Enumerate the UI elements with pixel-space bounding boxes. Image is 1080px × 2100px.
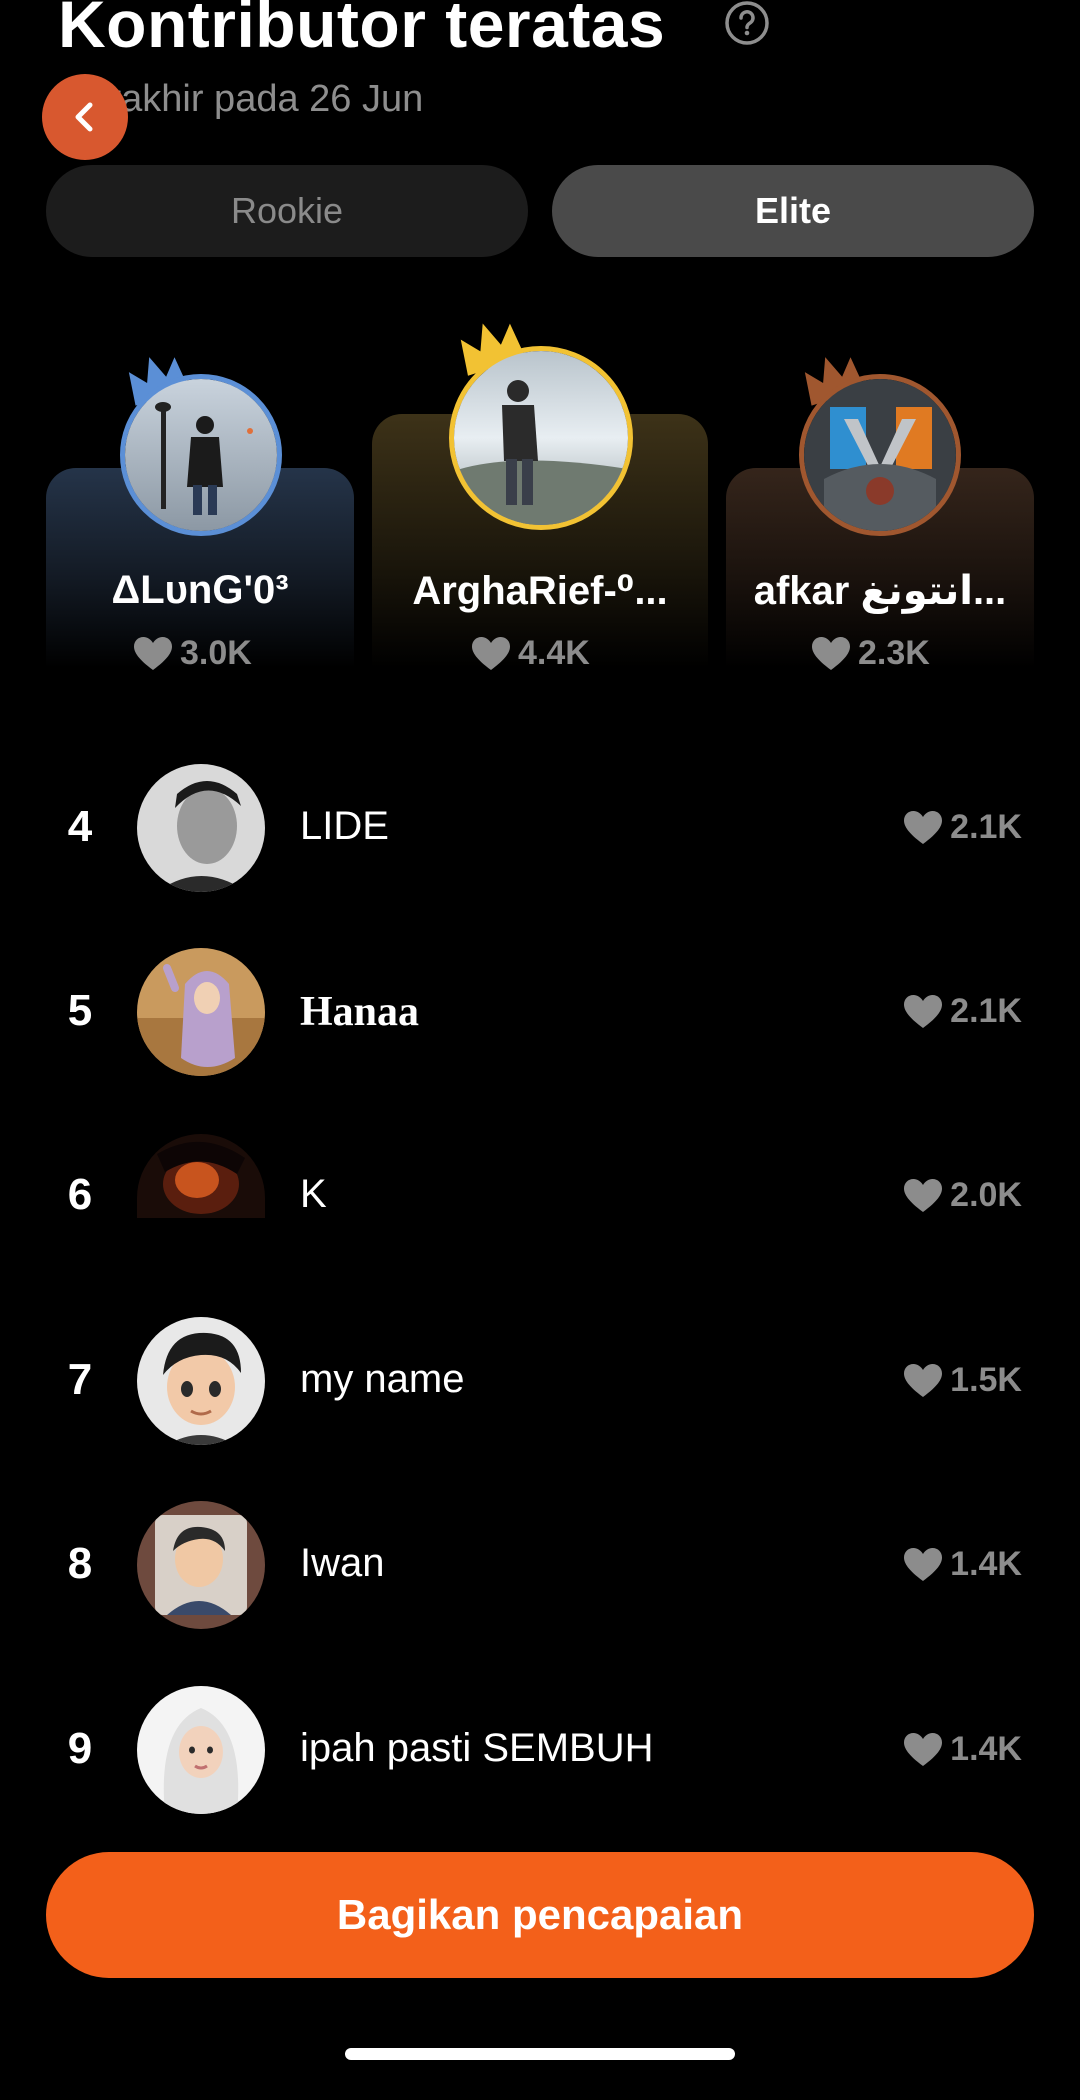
podium-likes-first: 4.4K bbox=[472, 634, 590, 673]
podium-name-third: afkar انتونغ... bbox=[753, 569, 1007, 613]
rank-number: 8 bbox=[67, 1539, 93, 1588]
list-item[interactable]: 4 LIDE 2.1K bbox=[0, 764, 1080, 894]
back-button[interactable] bbox=[42, 74, 128, 160]
contributor-name: Iwan bbox=[300, 1541, 385, 1585]
contributor-name: K bbox=[300, 1172, 327, 1216]
contributor-name: ipah pasti SEMBUH bbox=[300, 1726, 654, 1770]
avatar[interactable] bbox=[137, 1501, 265, 1629]
avatar[interactable] bbox=[137, 1317, 265, 1445]
list-item[interactable]: 5 Hanaa 2.1K bbox=[0, 948, 1080, 1078]
like-count: 2.0K bbox=[904, 1176, 1022, 1215]
avatar[interactable] bbox=[137, 1134, 265, 1218]
contributor-name: Hanaa bbox=[300, 989, 420, 1035]
rank-number: 9 bbox=[67, 1724, 93, 1773]
rank-number: 7 bbox=[67, 1355, 93, 1404]
like-count: 2.1K bbox=[904, 992, 1022, 1031]
tab-elite[interactable]: Elite bbox=[552, 165, 1034, 257]
heart-icon bbox=[904, 1363, 943, 1397]
heart-icon bbox=[904, 810, 943, 844]
like-count: 1.5K bbox=[904, 1361, 1022, 1400]
heart-icon bbox=[904, 1732, 943, 1766]
podium-likes-third: 2.3K bbox=[812, 634, 930, 673]
contributor-name: my name bbox=[300, 1357, 465, 1401]
podium-name-second: ΔLᴜnG'0³ bbox=[111, 568, 289, 612]
list-item[interactable]: 8 Iwan 1.4K bbox=[0, 1501, 1080, 1631]
heart-icon bbox=[812, 636, 850, 670]
like-count: 2.1K bbox=[904, 808, 1022, 847]
rank-number: 4 bbox=[67, 802, 93, 851]
home-indicator[interactable] bbox=[345, 2048, 735, 2060]
rank-number: 5 bbox=[67, 986, 93, 1035]
heart-icon bbox=[904, 994, 943, 1028]
like-count: 1.4K bbox=[904, 1730, 1022, 1769]
podium-name-first: ArghaRief-⁰... bbox=[412, 569, 668, 613]
contributor-name: LIDE bbox=[300, 804, 389, 848]
heart-icon bbox=[904, 1178, 943, 1212]
heart-icon bbox=[904, 1547, 943, 1581]
like-count: 1.4K bbox=[904, 1545, 1022, 1584]
avatar[interactable] bbox=[137, 948, 265, 1076]
avatar-second[interactable] bbox=[120, 374, 282, 536]
podium-likes-second: 3.0K bbox=[134, 634, 252, 673]
avatar-first[interactable] bbox=[449, 346, 633, 530]
page-title: Kontributor teratas bbox=[58, 0, 666, 61]
tab-rookie[interactable]: Rookie bbox=[46, 165, 528, 257]
avatar[interactable] bbox=[137, 1686, 265, 1814]
question-circle-icon[interactable] bbox=[724, 0, 770, 46]
list-item[interactable]: 7 my name 1.5K bbox=[0, 1317, 1080, 1447]
chevron-left-icon bbox=[75, 102, 93, 132]
share-achievement-button[interactable]: Bagikan pencapaian bbox=[46, 1852, 1034, 1978]
avatar-third[interactable] bbox=[799, 374, 961, 536]
list-item[interactable]: 6 K 2.0K bbox=[0, 1132, 1080, 1262]
heart-icon bbox=[134, 636, 172, 670]
avatar[interactable] bbox=[137, 764, 265, 892]
rank-number: 6 bbox=[67, 1170, 93, 1219]
heart-icon bbox=[472, 636, 510, 670]
list-item[interactable]: 9 ipah pasti SEMBUH 1.4K bbox=[0, 1686, 1080, 1816]
